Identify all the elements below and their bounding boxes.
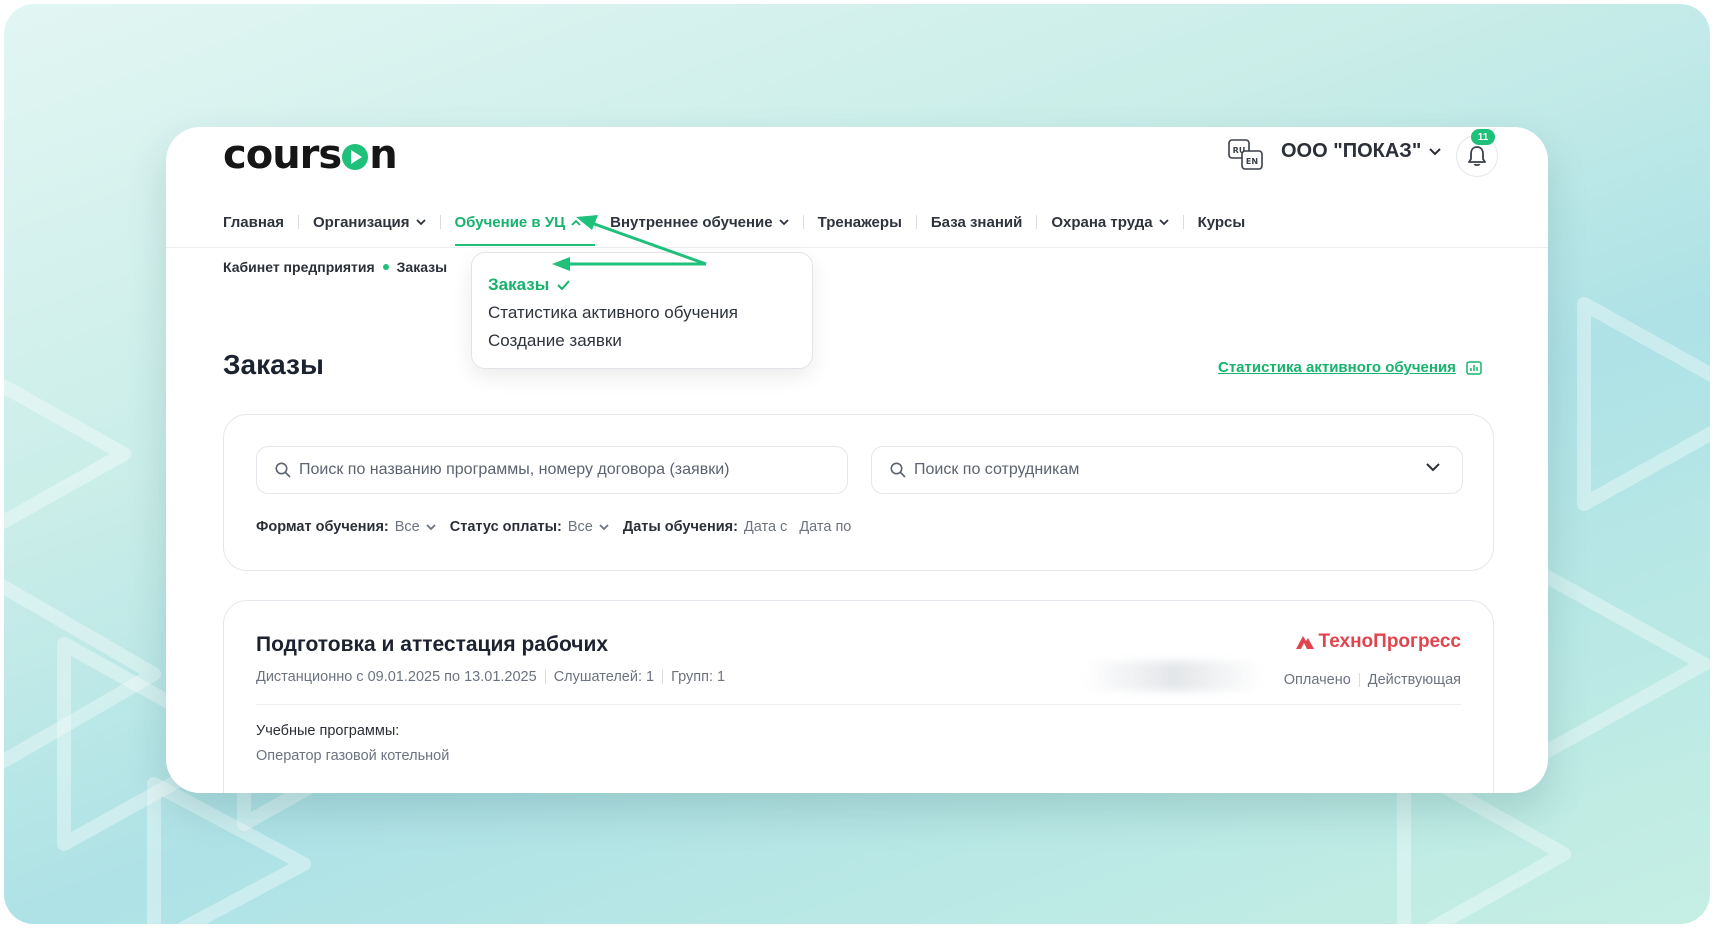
filter-row: Формат обучения: Все Статус оплаты: Все … <box>256 519 851 535</box>
chevron-down-icon <box>1429 147 1442 155</box>
blurred-info <box>1084 661 1264 691</box>
chevron-down-icon <box>1158 218 1169 225</box>
nav-label: База знаний <box>930 213 1023 231</box>
search-placeholder: Поиск по названию программы, номеру дого… <box>299 461 730 478</box>
dropdown-item-statistics[interactable]: Статистика активного обучения <box>488 299 796 327</box>
provider-name: ТехноПрогресс <box>1318 631 1461 652</box>
active-tab-underline <box>454 243 596 246</box>
filter-label: Даты обучения: <box>622 519 738 535</box>
nav-label: Курсы <box>1197 213 1246 231</box>
dropdown-item-orders[interactable]: Заказы <box>488 271 796 299</box>
payment-status-filter[interactable]: Статус оплаты: Все <box>450 519 609 535</box>
nav-item-simulators[interactable]: Тренажеры <box>804 214 916 231</box>
search-placeholder: Поиск по сотрудникам <box>914 461 1080 478</box>
employee-search-input[interactable]: Поиск по сотрудникам <box>871 446 1463 494</box>
training-center-dropdown: Заказы Статистика активного обучения Соз… <box>471 252 813 369</box>
order-schedule: Дистанционно с 09.01.2025 по 13.01.2025 <box>256 669 537 685</box>
chevron-down-icon <box>426 523 436 530</box>
nav-label: Организация <box>313 213 410 231</box>
order-title[interactable]: Подготовка и аттестация рабочих <box>256 633 608 657</box>
program-name: Оператор газовой котельной <box>256 748 450 764</box>
organization-selector[interactable]: ООО "ПОКАЗ" <box>1281 140 1442 163</box>
play-icon <box>342 144 369 170</box>
chevron-down-icon <box>599 523 609 530</box>
notification-count-badge: 11 <box>1471 129 1495 145</box>
provider-logo: ТехноПрогресс <box>1295 631 1461 653</box>
language-switch-icon[interactable]: RU EN <box>1228 139 1266 173</box>
filter-label: Формат обучения: <box>256 519 389 535</box>
breadcrumb-dot <box>382 264 389 270</box>
chevron-down-icon <box>415 218 426 225</box>
filter-panel: Поиск по названию программы, номеру дого… <box>223 414 1494 571</box>
order-card[interactable]: Подготовка и аттестация рабочих Дистанци… <box>223 600 1494 793</box>
meta-separator <box>544 670 546 684</box>
nav-label: Внутреннее обучение <box>610 213 773 231</box>
breadcrumb-current: Заказы <box>396 259 448 275</box>
nav-item-courses[interactable]: Курсы <box>1184 214 1260 231</box>
dropdown-label: Статистика активного обучения <box>488 303 738 322</box>
format-filter[interactable]: Формат обучения: Все <box>256 519 436 535</box>
meta-separator <box>662 670 664 684</box>
filter-label: Статус оплаты: <box>449 519 562 535</box>
bell-icon <box>1468 146 1486 167</box>
nav-label: Охрана труда <box>1051 213 1153 231</box>
nav-label: Обучение в УЦ <box>454 213 566 231</box>
nav-item-home[interactable]: Главная <box>223 214 298 231</box>
filter-value: Все <box>394 519 420 535</box>
dropdown-label: Создание заявки <box>488 331 622 350</box>
dropdown-item-create-request[interactable]: Создание заявки <box>488 327 796 355</box>
dates-filter: Даты обучения: Дата с Дата по <box>623 519 852 535</box>
order-status: Оплачено Действующая <box>1284 672 1461 688</box>
logo-text-end: n <box>369 132 398 178</box>
nav-item-internal-training[interactable]: Внутреннее обучение <box>596 214 803 231</box>
courson-logo[interactable]: cours n <box>223 132 398 178</box>
date-to-input[interactable]: Дата по <box>799 519 851 535</box>
logo-text-start: cours <box>223 132 342 178</box>
date-from-input[interactable]: Дата с <box>744 519 787 535</box>
dropdown-label: Заказы <box>488 275 550 294</box>
lang-en-label: EN <box>1246 157 1258 166</box>
provider-mountain-icon <box>1295 636 1314 649</box>
breadcrumb-parent-link[interactable]: Кабинет предприятия <box>223 259 375 275</box>
breadcrumb: Кабинет предприятия Заказы <box>223 259 447 275</box>
chevron-down-icon <box>778 218 789 225</box>
nav-item-organization[interactable]: Организация <box>299 214 440 231</box>
statistics-link-label: Статистика активного обучения <box>1218 359 1456 376</box>
app-window: cours n RU EN ООО "ПОКАЗ" 11 Главная Орга… <box>166 127 1548 793</box>
order-groups: Групп: 1 <box>671 669 726 685</box>
program-search-input[interactable]: Поиск по названию программы, номеру дого… <box>256 446 848 494</box>
search-icon <box>890 462 906 478</box>
order-divider <box>256 704 1461 705</box>
organization-name: ООО "ПОКАЗ" <box>1281 140 1422 162</box>
payment-status-badge: Оплачено <box>1283 672 1351 688</box>
page-title: Заказы <box>223 349 324 380</box>
bar-chart-icon <box>1466 360 1482 375</box>
nav-label: Главная <box>223 213 285 231</box>
search-icon <box>275 462 291 478</box>
order-meta: Дистанционно с 09.01.2025 по 13.01.2025 … <box>256 669 725 685</box>
nav-item-knowledge-base[interactable]: База знаний <box>917 214 1036 231</box>
status-separator <box>1358 673 1360 687</box>
nav-label: Тренажеры <box>817 213 902 231</box>
checkmark-icon <box>557 280 571 290</box>
main-navigation: Главная Организация Обучение в УЦ Внутре… <box>223 207 1260 246</box>
order-state-badge: Действующая <box>1367 672 1461 688</box>
programs-label: Учебные программы: <box>256 723 400 739</box>
statistics-link[interactable]: Статистика активного обучения <box>1218 359 1482 376</box>
nav-divider <box>166 247 1548 248</box>
filter-value: Все <box>567 519 593 535</box>
nav-item-training-center[interactable]: Обучение в УЦ <box>441 213 596 246</box>
chevron-up-icon <box>571 219 581 226</box>
order-listeners: Слушателей: 1 <box>553 669 655 685</box>
chevron-down-icon <box>1426 463 1440 472</box>
nav-item-labor-safety[interactable]: Охрана труда <box>1037 214 1182 231</box>
